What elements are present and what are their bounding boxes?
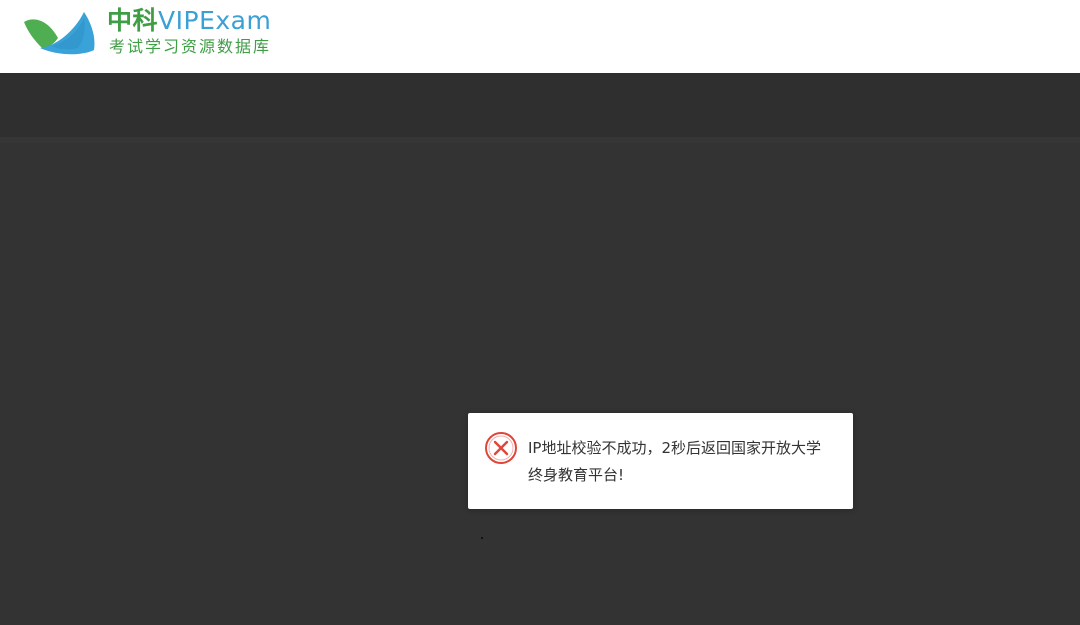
logo-title-en: VIPExam (158, 6, 272, 35)
logo-subtitle: 考试学习资源数据库 (109, 37, 272, 56)
error-dialog: IP地址校验不成功，2秒后返回国家开放大学终身教育平台! (468, 413, 853, 509)
cursor-dot (481, 537, 483, 539)
site-header: 中科VIPExam 考试学习资源数据库 (0, 0, 1080, 73)
logo-mark-icon (24, 12, 95, 55)
site-logo[interactable]: 中科VIPExam 考试学习资源数据库 (22, 6, 302, 62)
nav-band (0, 73, 1080, 137)
error-message: IP地址校验不成功，2秒后返回国家开放大学终身教育平台! (528, 439, 822, 484)
error-circle-x-icon (485, 432, 517, 464)
logo-title: 中科VIPExam (107, 7, 271, 35)
logo-title-cn: 中科 (107, 6, 159, 35)
modal-overlay (0, 143, 1080, 625)
